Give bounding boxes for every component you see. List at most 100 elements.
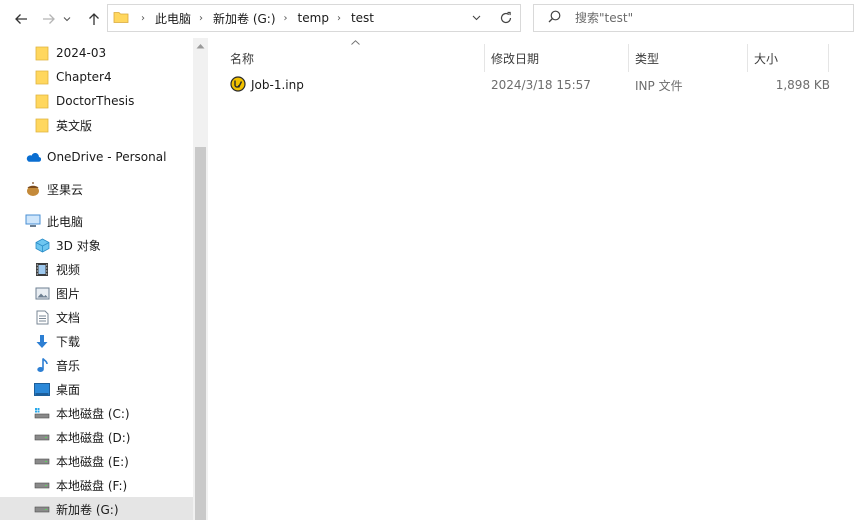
sidebar-item-3d-objects[interactable]: 3D 对象 <box>0 233 193 257</box>
search-box[interactable] <box>533 4 854 32</box>
sidebar-item-doctorthesis[interactable]: DoctorThesis <box>0 89 193 113</box>
sidebar-item-label: Chapter4 <box>56 70 112 84</box>
sidebar-item-label: 3D 对象 <box>56 238 101 253</box>
folder-icon <box>113 9 129 28</box>
refresh-button[interactable] <box>492 4 521 32</box>
breadcrumb-item-this-pc[interactable]: 此电脑 <box>155 10 191 27</box>
sidebar-item-drive-e[interactable]: 本地磁盘 (E:) <box>0 449 193 473</box>
file-date: 2024/3/18 15:57 <box>491 78 591 92</box>
refresh-icon <box>500 11 512 24</box>
column-header-name[interactable]: 名称 <box>230 46 254 70</box>
chevron-right-icon[interactable]: › <box>199 13 203 24</box>
sidebar-item-downloads[interactable]: 下载 <box>0 329 193 353</box>
folder-icon <box>34 45 50 61</box>
sidebar-item-label: 坚果云 <box>47 182 84 197</box>
sidebar-item-label: 此电脑 <box>47 214 84 229</box>
chevron-right-icon[interactable]: › <box>284 13 288 24</box>
sidebar-item-chapter4[interactable]: Chapter4 <box>0 65 193 89</box>
music-icon <box>34 357 50 373</box>
sidebar-item-2024-03[interactable]: 2024-03 <box>0 41 193 65</box>
onedrive-cloud-icon <box>25 149 41 165</box>
sidebar-item-pictures[interactable]: 图片 <box>0 281 193 305</box>
sidebar-item-onedrive[interactable]: OneDrive - Personal <box>0 145 193 169</box>
arrow-right-icon <box>43 14 55 24</box>
sidebar-item-label: 音乐 <box>56 358 81 373</box>
sidebar-item-label: 桌面 <box>56 382 81 397</box>
recent-locations-button[interactable] <box>60 6 74 32</box>
sidebar-item-label: 文档 <box>56 310 81 325</box>
forward-button[interactable] <box>37 6 61 32</box>
chevron-right-icon[interactable]: › <box>337 13 341 24</box>
documents-icon <box>34 309 50 325</box>
sidebar-item-label: 本地磁盘 (C:) <box>56 406 130 421</box>
breadcrumb: › 此电脑 › 新加卷 (G:) › temp › test <box>133 10 374 27</box>
3d-objects-icon <box>34 237 50 253</box>
desktop-icon <box>34 381 50 397</box>
sidebar-item-label: 本地磁盘 (D:) <box>56 430 131 445</box>
pictures-icon <box>34 285 50 301</box>
arrow-up-icon <box>89 13 99 25</box>
search-input[interactable] <box>575 11 825 25</box>
arrow-left-icon <box>15 14 27 24</box>
scroll-up-arrow-icon[interactable] <box>196 43 205 49</box>
navigation-pane: 2024-03 Chapter4 DoctorThesis 英文版 OneDri… <box>0 38 208 520</box>
chevron-right-icon: › <box>141 12 145 24</box>
inp-file-icon <box>230 75 246 95</box>
folder-icon <box>34 117 50 133</box>
sidebar-item-english-version[interactable]: 英文版 <box>0 113 193 137</box>
file-row[interactable]: Job-1.inp 2024/3/18 15:57 INP 文件 1,898 K… <box>220 74 836 96</box>
sidebar-item-label: 英文版 <box>56 118 93 133</box>
sidebar-item-drive-g[interactable]: 新加卷 (G:) <box>0 497 193 520</box>
folder-icon <box>34 69 50 85</box>
sidebar-item-label: 下载 <box>56 334 81 349</box>
scrollbar-thumb[interactable] <box>195 147 206 520</box>
breadcrumb-item-temp[interactable]: temp <box>298 11 329 25</box>
address-history-button[interactable] <box>461 5 491 31</box>
sidebar-item-drive-c[interactable]: 本地磁盘 (C:) <box>0 401 193 425</box>
jianguoyun-icon <box>25 181 41 197</box>
sidebar-item-label: 视频 <box>56 262 81 277</box>
download-icon <box>34 333 50 349</box>
column-divider[interactable] <box>484 44 485 72</box>
search-icon <box>548 10 561 26</box>
sidebar-item-documents[interactable]: 文档 <box>0 305 193 329</box>
sidebar-item-this-pc[interactable]: 此电脑 <box>0 209 193 233</box>
sidebar-item-label: 图片 <box>56 286 81 301</box>
column-divider[interactable] <box>747 44 748 72</box>
drive-icon <box>34 477 50 493</box>
drive-icon <box>34 429 50 445</box>
sidebar-item-label: DoctorThesis <box>56 94 135 108</box>
chevron-down-icon <box>63 17 71 22</box>
navigation-bar: › 此电脑 › 新加卷 (G:) › temp › test <box>0 0 854 38</box>
sidebar-scrollbar[interactable] <box>193 38 208 520</box>
folder-icon <box>34 93 50 109</box>
breadcrumb-item-drive-g[interactable]: 新加卷 (G:) <box>213 10 276 27</box>
sidebar-item-desktop[interactable]: 桌面 <box>0 377 193 401</box>
sidebar-item-music[interactable]: 音乐 <box>0 353 193 377</box>
sidebar-item-jianguoyun[interactable]: 坚果云 <box>0 177 193 201</box>
column-divider[interactable] <box>828 44 829 72</box>
this-pc-icon <box>25 213 41 229</box>
address-bar[interactable]: › 此电脑 › 新加卷 (G:) › temp › test <box>107 4 521 32</box>
sidebar-item-label: 本地磁盘 (E:) <box>56 454 129 469</box>
column-header-type[interactable]: 类型 <box>635 46 659 70</box>
video-icon <box>34 261 50 277</box>
sidebar-item-drive-f[interactable]: 本地磁盘 (F:) <box>0 473 193 497</box>
sidebar-item-drive-d[interactable]: 本地磁盘 (D:) <box>0 425 193 449</box>
column-divider[interactable] <box>628 44 629 72</box>
file-type: INP 文件 <box>635 78 683 93</box>
back-button[interactable] <box>9 6 33 32</box>
breadcrumb-item-test[interactable]: test <box>351 11 374 25</box>
up-button[interactable] <box>82 6 106 32</box>
sort-ascending-icon <box>351 40 360 45</box>
chevron-down-icon <box>472 15 480 21</box>
file-name: Job-1.inp <box>251 78 304 92</box>
sidebar-item-label: 2024-03 <box>56 46 107 60</box>
sidebar-item-videos[interactable]: 视频 <box>0 257 193 281</box>
column-header-date[interactable]: 修改日期 <box>491 46 539 70</box>
file-list: 名称 修改日期 类型 大小 Job-1.inp 2024/3/18 15:57 … <box>208 38 854 520</box>
sidebar-item-label: 新加卷 (G:) <box>56 502 119 517</box>
drive-icon <box>34 501 50 517</box>
column-header-size[interactable]: 大小 <box>754 46 778 70</box>
file-name-cell[interactable]: Job-1.inp <box>230 74 304 96</box>
